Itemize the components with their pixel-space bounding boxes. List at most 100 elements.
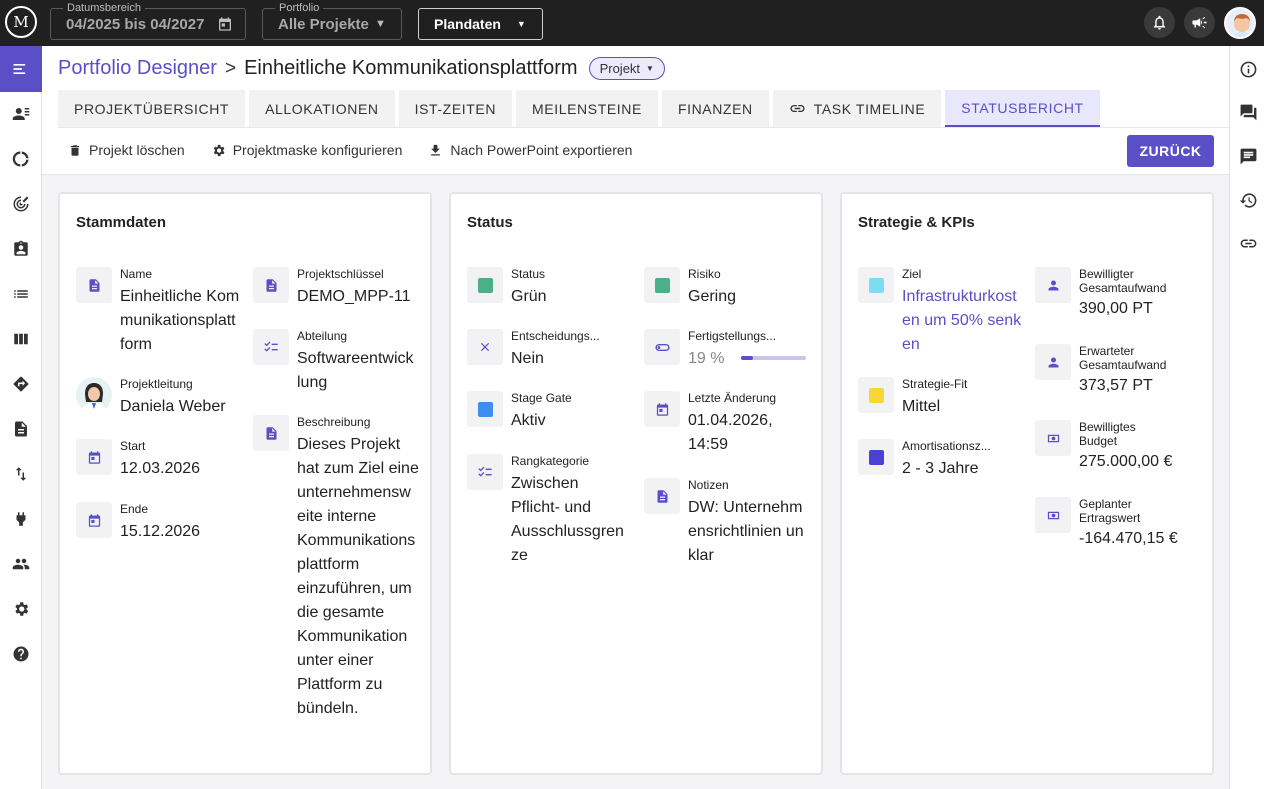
plan-data-value: Plandaten: [434, 16, 501, 32]
announcements-button[interactable]: [1184, 7, 1215, 38]
right-sidebar: [1229, 46, 1264, 789]
project-header: Portfolio Designer > Einheitliche Kommun…: [42, 46, 1229, 175]
delete-project-button[interactable]: Projekt löschen: [68, 142, 185, 158]
export-powerpoint-button[interactable]: Nach PowerPoint exportieren: [428, 142, 632, 158]
status-card: Status Status Grün Entscheidungs... Nein…: [449, 192, 823, 775]
breadcrumb-separator: >: [224, 57, 237, 79]
field-projektleitung: Projektleitung Daniela Weber: [76, 377, 246, 415]
history-icon: [1239, 192, 1256, 208]
indigo-swatch: [868, 449, 884, 465]
document-icon: [644, 478, 680, 514]
toggle-icon: [644, 329, 680, 365]
tab-task-timeline[interactable]: TASK TIMELINE: [772, 90, 942, 127]
left-sidebar: [0, 46, 42, 789]
back-button[interactable]: ZURÜCK: [1127, 135, 1214, 167]
sidebar-item-integrations[interactable]: [11, 509, 31, 529]
blue-swatch: [477, 401, 493, 417]
gear-icon: [213, 144, 225, 156]
swap-vertical-icon: [15, 467, 27, 481]
tab-statusbericht[interactable]: STATUSBERICHT: [945, 90, 1100, 127]
info-icon: [1240, 61, 1256, 77]
completion-progress-bar: [741, 356, 806, 360]
tab-allokationen[interactable]: ALLOKATIONEN: [249, 90, 395, 127]
page-title: Einheitliche Kommunikationsplattform: [244, 57, 578, 79]
app-logo[interactable]: M: [5, 6, 37, 38]
portfolio-select[interactable]: Portfolio Alle Projekte ▼: [262, 1, 402, 40]
history-button[interactable]: [1238, 190, 1258, 210]
stammdaten-card: Stammdaten Name Einheitliche Kommunikati…: [58, 192, 432, 775]
people-icon: [12, 558, 30, 570]
user-avatar[interactable]: [1224, 7, 1256, 39]
action-bar: Projekt löschen Projektmaske konfigurier…: [68, 142, 658, 158]
strategie-title: Strategie & KPIs: [858, 214, 975, 231]
yellow-swatch: [868, 387, 884, 403]
trash-icon: [70, 144, 80, 156]
download-icon: [431, 144, 441, 155]
menu-toggle-button[interactable]: [0, 46, 42, 92]
link-icon: [1240, 239, 1256, 247]
checklist-icon: [253, 329, 289, 365]
calendar-icon: [76, 502, 112, 538]
chevron-down-icon: ▼: [375, 18, 386, 30]
portfolio-value: Alle Projekte: [278, 16, 369, 33]
donut-chart-icon: [12, 151, 29, 167]
completion-progress-fill: [741, 356, 754, 360]
bell-icon: [1153, 15, 1166, 30]
sidebar-item-help[interactable]: [11, 644, 31, 664]
risk-swatch: [644, 267, 680, 303]
sidebar-item-dashboard[interactable]: [11, 149, 31, 169]
person-icon: [1035, 344, 1071, 380]
notes-button[interactable]: [1238, 146, 1258, 166]
document-icon: [253, 415, 289, 451]
sidebar-item-resources[interactable]: [11, 104, 31, 124]
sidebar-item-strategy[interactable]: [11, 194, 31, 214]
sidebar-item-list[interactable]: [11, 284, 31, 304]
plan-data-select[interactable]: Plandaten ▼: [418, 8, 543, 40]
notifications-button[interactable]: [1144, 7, 1175, 38]
configure-mask-button[interactable]: Projektmaske konfigurieren: [211, 142, 402, 158]
document-icon: [15, 421, 27, 437]
comments-button[interactable]: [1238, 102, 1258, 122]
sidebar-item-users[interactable]: [11, 554, 31, 574]
calendar-icon: [644, 391, 680, 427]
links-button[interactable]: [1238, 233, 1258, 253]
date-range-label: Datumsbereich: [63, 1, 145, 15]
sidebar-item-board[interactable]: [11, 329, 31, 349]
sidebar-item-transfer[interactable]: [11, 464, 31, 484]
person-list-icon: [12, 108, 30, 120]
list-icon: [14, 290, 28, 298]
close-icon: [467, 329, 503, 365]
goal-swatch: [858, 267, 894, 303]
sidebar-item-documents[interactable]: [11, 419, 31, 439]
status-title: Status: [467, 214, 513, 231]
tab-meilensteine[interactable]: MEILENSTEINE: [516, 90, 658, 127]
tab-projektuebersicht[interactable]: PROJEKTÜBERSICHT: [58, 90, 246, 127]
tab-finanzen[interactable]: FINANZEN: [661, 90, 769, 127]
columns-icon: [14, 333, 28, 345]
strategie-card: Strategie & KPIs Ziel Infrastrukturkoste…: [840, 192, 1214, 775]
money-icon: [1035, 497, 1071, 533]
direction-icon: [13, 376, 29, 392]
breadcrumb-root-link[interactable]: Portfolio Designer: [58, 57, 217, 80]
sidebar-item-settings[interactable]: [11, 599, 31, 619]
sidebar-item-roadmap[interactable]: [11, 374, 31, 394]
clipboard-person-icon: [14, 240, 28, 256]
chevron-down-icon: ▼: [646, 64, 654, 73]
help-icon: [13, 646, 29, 662]
info-button[interactable]: [1238, 59, 1258, 79]
calendar-icon[interactable]: [217, 16, 233, 35]
date-range-field[interactable]: Datumsbereich 04/2025 bis 04/2027: [50, 1, 246, 40]
tab-divider: [58, 127, 1229, 128]
calendar-icon: [76, 439, 112, 475]
strategy-fit-swatch: [858, 377, 894, 413]
link-icon: [790, 104, 805, 113]
sidebar-item-assignments[interactable]: [11, 239, 31, 259]
status-color-swatch: [467, 267, 503, 303]
breadcrumb: Portfolio Designer > Einheitliche Kommun…: [58, 57, 665, 80]
project-type-chip[interactable]: Projekt ▼: [588, 57, 665, 80]
plug-icon: [16, 512, 26, 526]
stage-gate-swatch: [467, 391, 503, 427]
tab-ist-zeiten[interactable]: IST-ZEITEN: [398, 90, 513, 127]
message-icon: [1240, 148, 1256, 164]
stammdaten-title: Stammdaten: [76, 214, 167, 231]
